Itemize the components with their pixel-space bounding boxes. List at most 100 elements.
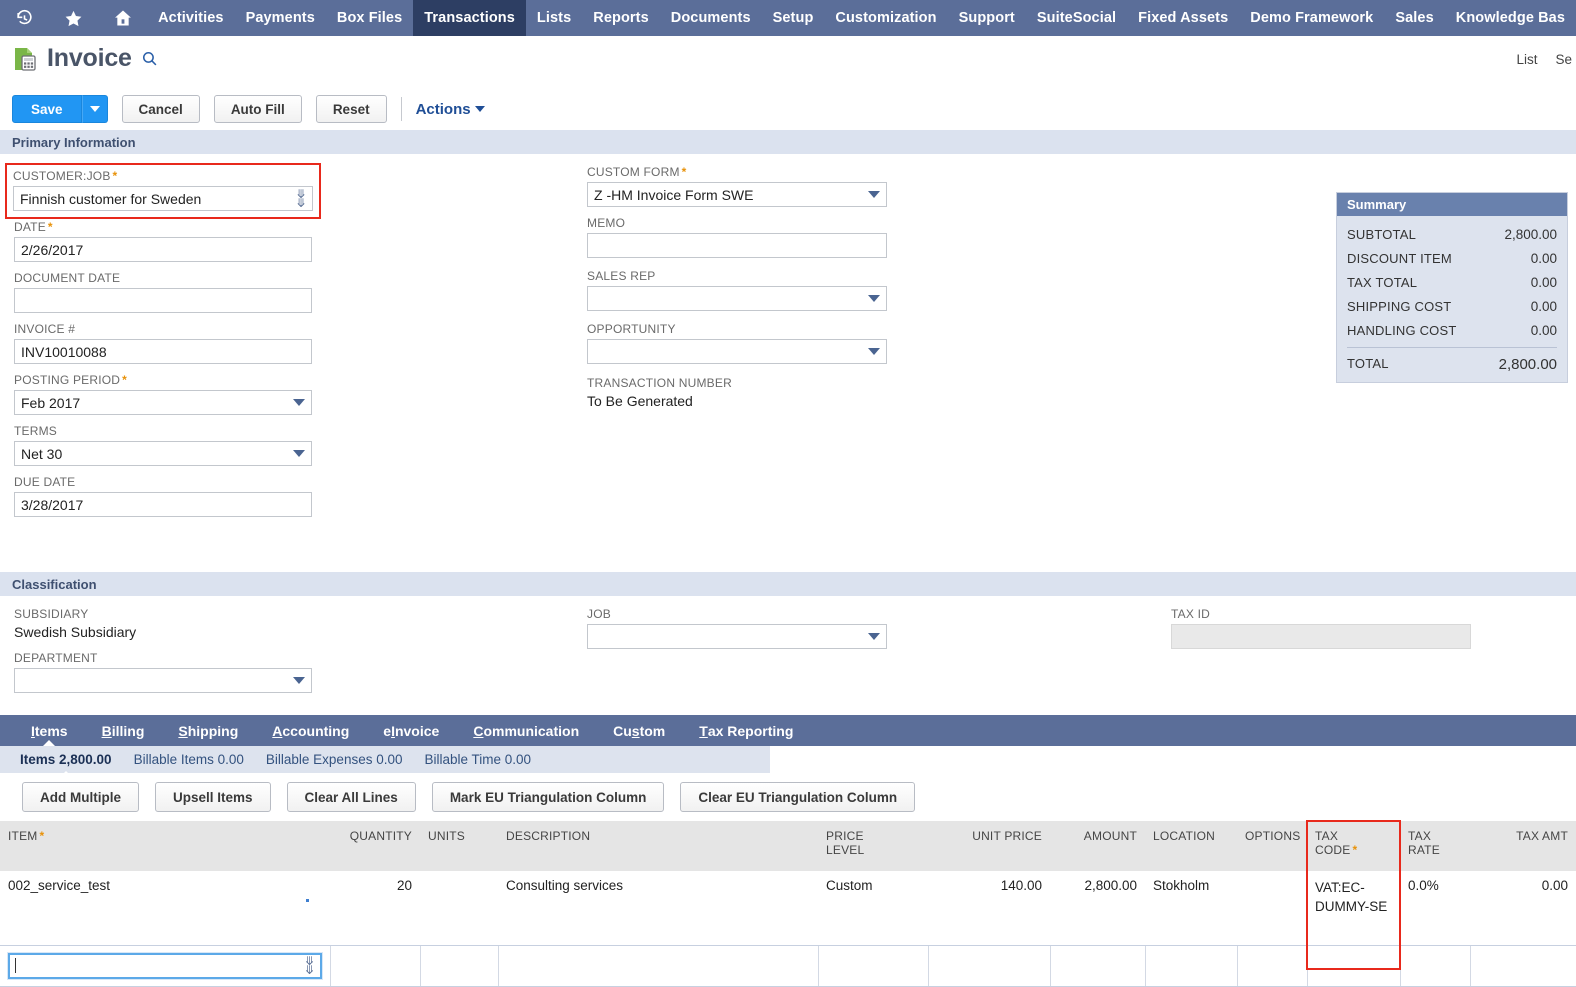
cell-units[interactable]	[420, 871, 498, 946]
reset-button[interactable]: Reset	[315, 95, 387, 123]
subtab-billable-expenses-0-00[interactable]: Billable Expenses 0.00	[266, 752, 403, 767]
tab-tax-reporting[interactable]: Tax Reporting	[682, 715, 810, 746]
nav-item-setup[interactable]: Setup	[762, 0, 825, 36]
cancel-button[interactable]: Cancel	[121, 95, 200, 123]
cell-price-level[interactable]: Custom	[818, 871, 928, 946]
entry-item-input[interactable]: ⤋ ⤋	[8, 952, 322, 979]
auto-fill-button[interactable]: Auto Fill	[213, 95, 302, 123]
entry-cell-price-level[interactable]	[818, 944, 929, 987]
nav-item-suitesocial[interactable]: SuiteSocial	[1026, 0, 1127, 36]
cell-item[interactable]: 002_service_test	[0, 871, 330, 946]
actions-menu-button[interactable]: Actions	[416, 101, 485, 118]
subtab-items-2-800-00[interactable]: Items 2,800.00	[20, 752, 112, 767]
sublist-button-clear-all-lines[interactable]: Clear All Lines	[286, 782, 416, 812]
subtab-billable-items-0-00[interactable]: Billable Items 0.00	[134, 752, 244, 767]
sales-rep-select[interactable]	[587, 286, 887, 311]
entry-cell-location[interactable]	[1145, 944, 1238, 987]
nav-item-demo-framework[interactable]: Demo Framework	[1239, 0, 1384, 36]
save-button[interactable]: Save	[12, 95, 82, 123]
chevron-down-icon[interactable]	[293, 450, 305, 457]
field-customer-job[interactable]: CUSTOMER:JOB * Finnish customer for Swede…	[5, 163, 321, 219]
tab-items[interactable]: Items	[14, 715, 85, 746]
job-select[interactable]	[587, 624, 887, 649]
cell-options[interactable]	[1237, 871, 1307, 946]
new-line-entry-row[interactable]: ⤋ ⤋	[0, 944, 1576, 987]
nav-item-knowledge-bas[interactable]: Knowledge Bas	[1445, 0, 1576, 36]
sublist-button-upsell-items[interactable]: Upsell Items	[155, 782, 271, 812]
cell-unit-price[interactable]: 140.00	[928, 871, 1050, 946]
cell-tax-amt[interactable]: 0.00	[1470, 871, 1576, 946]
customer-job-input[interactable]: Finnish customer for Sweden ⤋ ⤋	[13, 186, 313, 211]
grid-header-amount[interactable]: AMOUNT	[1050, 821, 1145, 871]
grid-header-tax-amt[interactable]: TAX AMT	[1470, 821, 1576, 871]
invoice-number-input[interactable]: INV10010088	[14, 339, 312, 364]
opportunity-select[interactable]	[587, 339, 887, 364]
chevron-down-icon[interactable]	[868, 348, 880, 355]
entry-cell-unit-price[interactable]	[928, 944, 1051, 987]
entry-cell-units[interactable]	[420, 944, 499, 987]
due-date-input[interactable]: 3/28/2017	[14, 492, 312, 517]
grid-header-tax-rate[interactable]: TAX RATE	[1400, 821, 1470, 871]
cell-location[interactable]: Stokholm	[1145, 871, 1237, 946]
header-link-list[interactable]: List	[1516, 52, 1537, 67]
document-date-input[interactable]	[14, 288, 312, 313]
chevron-down-icon[interactable]	[293, 677, 305, 684]
tab-accounting[interactable]: Accounting	[255, 715, 366, 746]
chevron-down-icon[interactable]	[868, 633, 880, 640]
tab-einvoice[interactable]: e Invoice	[366, 715, 456, 746]
header-link-se[interactable]: Se	[1555, 52, 1572, 67]
cell-description[interactable]: Consulting services	[498, 871, 818, 946]
entry-cell-description[interactable]	[498, 944, 819, 987]
entry-cell-item[interactable]: ⤋ ⤋	[0, 944, 331, 987]
list-lookup-chevron-icon[interactable]: ⤋ ⤋	[296, 188, 306, 209]
nav-item-payments[interactable]: Payments	[235, 0, 326, 36]
grid-header-tax-code[interactable]: TAX CODE *	[1307, 821, 1400, 871]
entry-cell-quantity[interactable]	[330, 944, 421, 987]
nav-item-box-files[interactable]: Box Files	[326, 0, 413, 36]
terms-select[interactable]: Net 30	[14, 441, 312, 466]
save-dropdown-arrow-icon[interactable]	[81, 95, 108, 123]
entry-cell-options[interactable]	[1237, 944, 1308, 987]
tab-communication[interactable]: Communication	[456, 715, 596, 746]
grid-header-options[interactable]: OPTIONS	[1237, 821, 1307, 871]
nav-item-lists[interactable]: Lists	[526, 0, 582, 36]
chevron-down-icon[interactable]	[293, 399, 305, 406]
nav-item-activities[interactable]: Activities	[147, 0, 234, 36]
chevron-down-icon[interactable]	[868, 191, 880, 198]
recent-records-icon[interactable]	[0, 0, 49, 36]
custom-form-select[interactable]: Z -HM Invoice Form SWE	[587, 182, 887, 207]
grid-header-quantity[interactable]: QUANTITY	[330, 821, 420, 871]
cell-quantity[interactable]: 20	[330, 871, 420, 946]
posting-period-select[interactable]: Feb 2017	[14, 390, 312, 415]
nav-item-support[interactable]: Support	[948, 0, 1026, 36]
sublist-button-add-multiple[interactable]: Add Multiple	[22, 782, 139, 812]
cell-tax-rate[interactable]: 0.0%	[1400, 871, 1470, 946]
tab-shipping[interactable]: Shipping	[161, 715, 255, 746]
grid-header-location[interactable]: LOCATION	[1145, 821, 1237, 871]
department-select[interactable]	[14, 668, 312, 693]
memo-input[interactable]	[587, 233, 887, 258]
nav-item-customization[interactable]: Customization	[824, 0, 947, 36]
grid-header-price-level[interactable]: PRICE LEVEL	[818, 821, 928, 871]
grid-header-units[interactable]: UNITS	[420, 821, 498, 871]
sublist-button-mark-eu-triangulation-column[interactable]: Mark EU Triangulation Column	[431, 782, 665, 812]
table-row[interactable]: 002_service_test 20 Consulting services Cus…	[0, 871, 1576, 946]
nav-item-reports[interactable]: Reports	[582, 0, 660, 36]
chevron-down-icon[interactable]	[868, 295, 880, 302]
search-icon[interactable]	[141, 50, 158, 67]
entry-cell-tax-rate[interactable]	[1400, 944, 1471, 987]
sublist-button-clear-eu-triangulation-column[interactable]: Clear EU Triangulation Column	[680, 782, 916, 812]
grid-header-item[interactable]: ITEM *	[0, 821, 330, 871]
date-input[interactable]: 2/26/2017	[14, 237, 312, 262]
tab-billing[interactable]: Billing	[85, 715, 162, 746]
cell-amount[interactable]: 2,800.00	[1050, 871, 1145, 946]
nav-item-transactions[interactable]: Transactions	[413, 0, 526, 36]
entry-cell-tax-amt[interactable]	[1470, 944, 1576, 987]
nav-item-sales[interactable]: Sales	[1384, 0, 1444, 36]
grid-header-description[interactable]: DESCRIPTION	[498, 821, 818, 871]
list-lookup-chevron-icon[interactable]: ⤋ ⤋	[304, 955, 314, 976]
nav-item-fixed-assets[interactable]: Fixed Assets	[1127, 0, 1239, 36]
grid-header-unit-price[interactable]: UNIT PRICE	[928, 821, 1050, 871]
subtab-billable-time-0-00[interactable]: Billable Time 0.00	[424, 752, 531, 767]
cell-tax-code[interactable]: VAT:EC-DUMMY-SE	[1307, 871, 1400, 946]
